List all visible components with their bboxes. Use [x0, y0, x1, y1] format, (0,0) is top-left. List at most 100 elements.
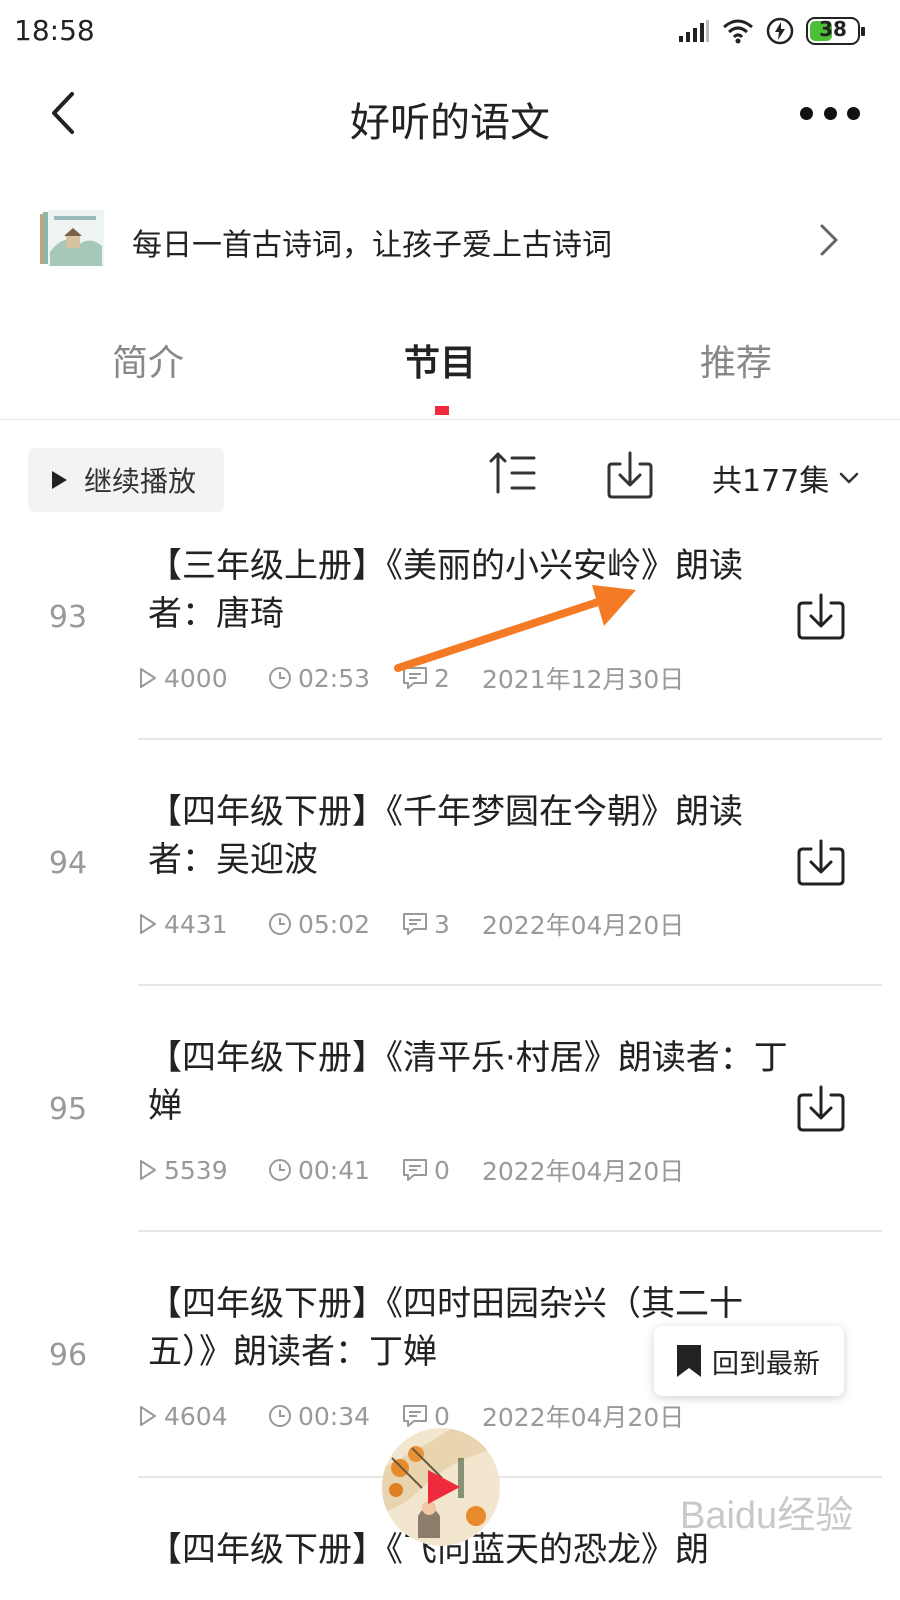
duration-value: 05:02	[298, 909, 371, 939]
episode-meta: 4431 05:02 3 2022年04月20日	[138, 906, 684, 942]
comment-count-value: 0	[434, 1155, 450, 1185]
duration: 02:53	[268, 664, 402, 693]
download-icon[interactable]	[796, 592, 846, 640]
more-options-button[interactable]	[800, 98, 860, 128]
episode-row[interactable]: 94 【四年级下册】《千年梦圆在今朝》朗读者：吴迎波 4431 05:02 3 …	[0, 774, 900, 1026]
page-title: 好听的语文	[350, 100, 550, 146]
duration: 00:34	[268, 1402, 402, 1431]
tab-episodes[interactable]: 节目	[340, 334, 540, 386]
chevron-right-icon	[820, 224, 838, 256]
download-icon[interactable]	[796, 838, 846, 886]
clock-icon	[269, 913, 291, 935]
duration: 05:02	[268, 910, 402, 939]
tab-bar: 简介 节目 推荐	[0, 320, 900, 420]
sort-icon[interactable]	[488, 450, 538, 496]
play-count-icon	[140, 914, 156, 934]
play-count: 5539	[138, 1156, 268, 1185]
active-tab-indicator	[435, 406, 449, 415]
episode-index: 95	[48, 1092, 88, 1127]
publish-date: 2022年04月20日	[482, 1403, 685, 1432]
list-toolbar: 继续播放 共177集	[0, 440, 900, 512]
episode-index: 96	[48, 1338, 88, 1373]
clock-icon	[269, 667, 291, 689]
continue-play-label: 继续播放	[84, 465, 197, 498]
chevron-down-icon	[840, 472, 859, 484]
row-divider	[138, 738, 882, 740]
episode-meta: 4604 00:34 0 2022年04月20日	[138, 1398, 684, 1434]
play-count-icon	[140, 1160, 156, 1180]
duration-value: 00:41	[298, 1155, 371, 1185]
play-count-value: 4000	[164, 663, 228, 693]
play-count: 4000	[138, 664, 268, 693]
duration-value: 02:53	[298, 663, 371, 693]
back-to-latest-button[interactable]: 回到最新	[654, 1326, 844, 1396]
row-divider	[138, 984, 882, 986]
album-description: 每日一首古诗词，让孩子爱上古诗词	[132, 228, 612, 263]
comment-count-value: 3	[434, 909, 450, 939]
publish-date: 2022年04月20日	[482, 1157, 685, 1186]
more-dot-icon	[847, 106, 860, 120]
back-to-latest-label: 回到最新	[712, 1348, 820, 1380]
episode-meta: 5539 00:41 0 2022年04月20日	[138, 1152, 684, 1188]
comment-count: 2	[402, 664, 482, 693]
album-cover-thumbnail	[40, 210, 104, 266]
signal-icon	[679, 20, 709, 42]
play-count: 4431	[138, 910, 268, 939]
status-bar: 18:58 38	[0, 0, 900, 62]
play-icon	[52, 471, 67, 489]
episode-index: 93	[48, 600, 88, 635]
episode-meta: 4000 02:53 2 2021年12月30日	[138, 660, 684, 696]
more-dot-icon	[800, 106, 813, 120]
more-dot-icon	[823, 106, 837, 120]
episode-list-page: 18:58 38 好听的语文 每日一首古诗词，让孩子爱上古诗词 简介 节目 推荐…	[0, 0, 900, 1600]
row-divider	[138, 1230, 882, 1232]
play-count-value: 4604	[164, 1401, 228, 1431]
episode-title: 【四年级下册】《千年梦圆在今朝》朗读者：吴迎波	[148, 792, 743, 880]
wifi-icon	[723, 19, 753, 44]
play-count-value: 4431	[164, 909, 228, 939]
comment-icon	[403, 1159, 427, 1181]
download-icon[interactable]	[796, 1084, 846, 1132]
battery-percent: 38	[819, 17, 847, 41]
play-count-icon	[140, 1406, 156, 1426]
play-count: 4604	[138, 1402, 268, 1431]
battery-indicator: 38	[806, 17, 865, 45]
publish-date: 2021年12月30日	[482, 665, 685, 694]
charging-icon	[766, 17, 794, 45]
clock-icon	[269, 1405, 291, 1427]
episode-row[interactable]: 95 【四年级下册】《清平乐·村居》朗读者：丁婵 5539 00:41 0 20…	[0, 1020, 900, 1272]
episode-index: 94	[48, 846, 88, 881]
episode-count-label: 共177集	[712, 464, 830, 499]
comment-icon	[403, 1405, 427, 1427]
comment-count: 3	[402, 910, 482, 939]
duration-value: 00:34	[298, 1401, 371, 1431]
comment-count: 0	[402, 1402, 482, 1431]
episode-title: 【四年级下册】《清平乐·村居》朗读者：丁婵	[148, 1038, 788, 1126]
bookmark-icon	[677, 1345, 701, 1377]
row-divider	[138, 1476, 882, 1478]
publish-date: 2022年04月20日	[482, 911, 685, 940]
play-count-icon	[140, 668, 156, 688]
episode-row[interactable]: 93 【三年级上册】《美丽的小兴安岭》朗读者：唐琦 4000 02:53 2 2…	[0, 528, 900, 780]
episode-count-selector[interactable]: 共177集	[712, 456, 859, 500]
tab-recommend[interactable]: 推荐	[636, 334, 836, 386]
comment-count: 0	[402, 1156, 482, 1185]
status-time: 18:58	[14, 14, 95, 47]
duration: 00:41	[268, 1156, 402, 1185]
play-count-value: 5539	[164, 1155, 228, 1185]
download-all-icon[interactable]	[606, 450, 654, 500]
comment-icon	[403, 667, 427, 689]
mini-player-button[interactable]	[382, 1428, 500, 1546]
continue-play-button[interactable]: 继续播放	[28, 448, 224, 512]
watermark-text: Baidu经验	[680, 1495, 853, 1537]
comment-count-value: 2	[434, 663, 450, 693]
tab-intro[interactable]: 简介	[48, 334, 248, 386]
status-icons: 38	[678, 14, 865, 48]
episode-title: 【三年级上册】《美丽的小兴安岭》朗读者：唐琦	[148, 546, 743, 634]
battery-cap	[861, 27, 865, 36]
comment-count-value: 0	[434, 1401, 450, 1431]
album-banner[interactable]: 每日一首古诗词，让孩子爱上古诗词	[0, 200, 900, 280]
nav-bar: 好听的语文	[0, 62, 900, 166]
comment-icon	[403, 913, 427, 935]
baidu-jingyan-watermark: Baidu经验	[680, 1495, 853, 1537]
